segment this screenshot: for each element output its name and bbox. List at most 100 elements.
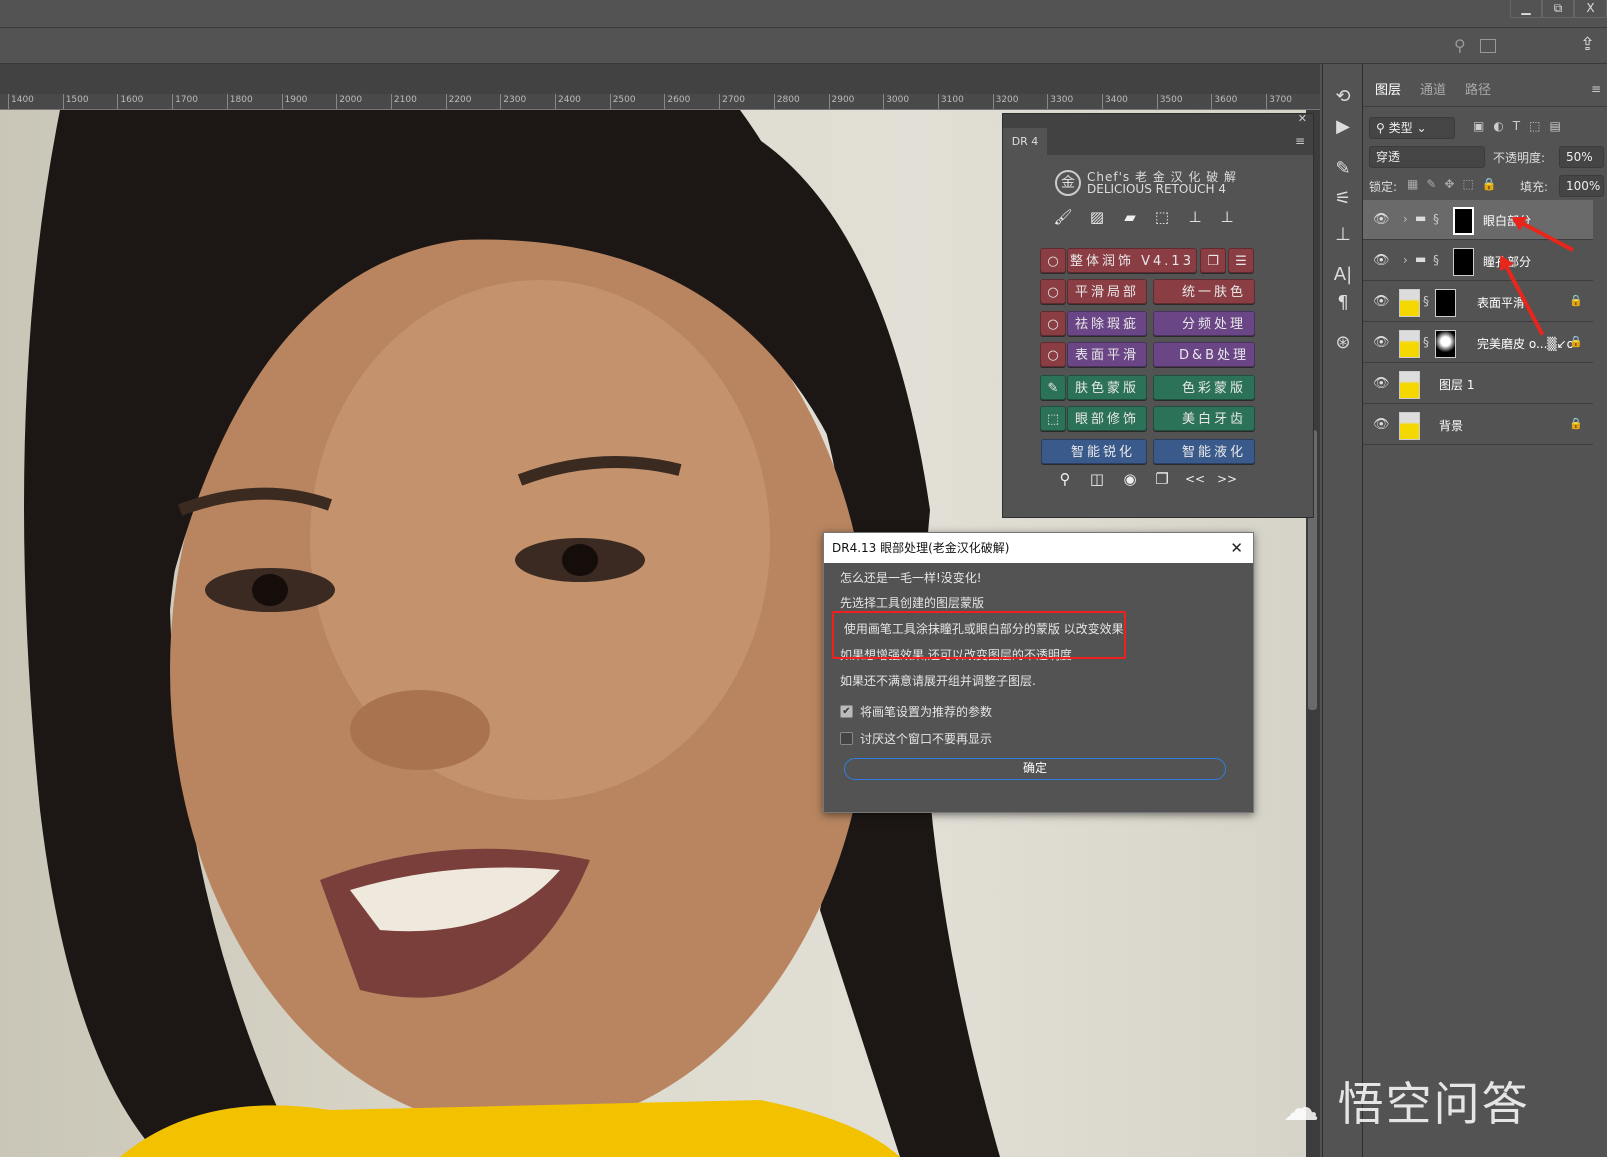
character-icon[interactable]: A| — [1323, 264, 1363, 285]
prev-button[interactable]: << — [1185, 472, 1205, 486]
mask-thumbnail[interactable] — [1435, 330, 1456, 358]
ruler-tick: 3200 — [992, 94, 1019, 109]
dodge-burn-button[interactable]: D&B处理 — [1153, 342, 1255, 367]
remove-blemish-button[interactable]: 祛除瑕疵 — [1067, 311, 1147, 336]
expand-icon[interactable]: › — [1403, 253, 1408, 267]
lasso-button-2[interactable]: ○ — [1040, 279, 1066, 304]
blend-mode-select[interactable]: 穿透 — [1369, 146, 1485, 168]
tab-layers[interactable]: 图层 — [1363, 76, 1414, 106]
adjustments-icon[interactable]: ⚟ — [1323, 188, 1363, 209]
checkbox-dont-show[interactable] — [840, 732, 853, 745]
filter-icons[interactable]: ▣◐T⬚▤ — [1473, 119, 1570, 133]
marquee-button[interactable]: ⬚ — [1040, 406, 1066, 431]
ruler-tick: 1500 — [62, 94, 89, 109]
opacity-input[interactable]: 50% — [1559, 146, 1604, 168]
tab-channels[interactable]: 通道 — [1408, 76, 1458, 106]
layer-row[interactable]: 👁 背景 🔒 — [1363, 405, 1593, 445]
mask-thumbnail[interactable] — [1453, 248, 1474, 276]
unify-skin-button[interactable]: 统一肤色 — [1153, 279, 1255, 304]
eyedropper-button[interactable]: ✎ — [1040, 375, 1066, 400]
ruler-tick: 1600 — [117, 94, 143, 109]
bandage-icon[interactable]: ▰ — [1120, 208, 1140, 226]
stamp-dots-icon[interactable]: ⊥ — [1217, 208, 1237, 226]
eye-icon[interactable]: 👁 — [1373, 212, 1390, 227]
eye-icon[interactable]: 👁 — [1373, 376, 1390, 391]
ruler-tick: 3700 — [1266, 94, 1292, 109]
checkbox-recommended-brush[interactable]: ✔ — [840, 705, 853, 718]
document-tab-bar — [0, 64, 1320, 94]
skin-mask-button[interactable]: 肤色蒙版 — [1067, 375, 1147, 400]
restore-button[interactable]: ⧉ — [1542, 0, 1574, 18]
zoom-icon[interactable]: ⚲ — [1055, 470, 1075, 488]
layers-menu-icon[interactable]: ≡ — [1591, 82, 1601, 96]
eye-icon[interactable]: 👁 — [1373, 335, 1390, 350]
mask-thumbnail[interactable] — [1435, 289, 1456, 317]
bandage-dots-icon[interactable]: ▨ — [1087, 208, 1107, 226]
layers-button[interactable]: ❐ — [1200, 248, 1226, 273]
search-icon[interactable]: ⚲ — [1454, 36, 1466, 55]
expand-icon[interactable]: › — [1403, 212, 1408, 226]
actions-play-icon[interactable]: ▶ — [1323, 116, 1363, 137]
panel-menu-icon[interactable]: ≡ — [1295, 134, 1305, 148]
tab-dr4[interactable]: DR 4 — [1003, 128, 1047, 155]
highlight-box — [832, 611, 1126, 659]
smooth-local-button[interactable]: 平滑局部 — [1067, 279, 1147, 304]
preview-eye-icon[interactable]: ◉ — [1120, 470, 1140, 488]
copy-icon[interactable]: ❐ — [1152, 470, 1172, 488]
eye-icon[interactable]: 👁 — [1373, 417, 1390, 432]
overall-retouch-button[interactable]: 整体润饰 V4.13 — [1067, 248, 1197, 273]
dialog-line-5: 如果还不满意请展开组并调整子图层. — [840, 674, 1036, 688]
lasso-button-1[interactable]: ○ — [1040, 248, 1066, 273]
eye-icon[interactable]: 👁 — [1373, 294, 1390, 309]
close-icon[interactable]: ✕ — [1230, 533, 1243, 563]
paragraph-icon[interactable]: ¶ — [1323, 292, 1363, 313]
options-bar: ⚲ ⇪ — [0, 29, 1607, 64]
close-window-button[interactable]: X — [1574, 0, 1607, 18]
lasso-button-4[interactable]: ○ — [1040, 342, 1066, 367]
ruler-tick: 2800 — [773, 94, 800, 109]
share-icon[interactable]: ⇪ — [1580, 34, 1595, 55]
workspace-icon[interactable] — [1480, 39, 1496, 53]
selection-icon[interactable]: ⬚ — [1152, 208, 1172, 226]
color-mask-button[interactable]: 色彩蒙版 — [1153, 375, 1255, 400]
brush-icon[interactable]: 🖌 — [1053, 208, 1073, 226]
smart-sharpen-button[interactable]: 智能锐化 — [1041, 439, 1147, 464]
history-icon[interactable]: ⟲ — [1323, 86, 1363, 107]
surface-smooth-button[interactable]: 表面平滑 — [1067, 342, 1147, 367]
link-icon: § — [1433, 212, 1439, 226]
fill-label: 填充: — [1520, 180, 1549, 194]
eye-retouch-button[interactable]: 眼部修饰 — [1067, 406, 1147, 431]
3d-icon[interactable]: ⊛ — [1323, 332, 1363, 353]
layer-row[interactable]: 👁 § 完美磨皮 o...▒↙o 🔒 — [1363, 323, 1593, 363]
layers-panel: 图层 通道 路径 ≡ ⚲ 类型 ⌄ ▣◐T⬚▤ 穿透 不透明度: 50% 锁定:… — [1363, 64, 1607, 1157]
stamp-icon[interactable]: ⊥ — [1185, 208, 1205, 226]
teeth-label: 美白牙齿 — [1181, 412, 1246, 427]
whiten-teeth-button[interactable]: 美白牙齿 — [1153, 406, 1255, 431]
fill-input[interactable]: 100% — [1559, 175, 1604, 197]
frequency-separation-button[interactable]: 分频处理 — [1153, 311, 1255, 336]
close-panel-icon[interactable]: ✕ — [1298, 112, 1307, 125]
clone-source-icon[interactable]: ⊥ — [1323, 224, 1363, 245]
minimize-button[interactable]: ▁ — [1510, 0, 1542, 18]
filter-type-select[interactable]: ⚲ 类型 ⌄ — [1369, 117, 1455, 139]
lock-icon: 🔒 — [1569, 335, 1583, 348]
settings-sliders-button[interactable]: ☰ — [1228, 248, 1254, 273]
smart-liquify-button[interactable]: 智能液化 — [1153, 439, 1255, 464]
folder-icon: ▬ — [1415, 211, 1427, 225]
eye-icon[interactable]: 👁 — [1373, 253, 1390, 268]
next-button[interactable]: >> — [1217, 472, 1237, 486]
mask-thumbnail[interactable] — [1453, 207, 1474, 235]
layer-row[interactable]: 👁 › ▬ § 瞳孔部分 — [1363, 241, 1593, 281]
eye-processing-dialog: DR4.13 眼部处理(老金汉化破解) ✕ 怎么还是一毛一样!没变化! 先选择工… — [823, 532, 1254, 813]
lock-icons[interactable]: ▦✎✥⬚🔒 — [1407, 177, 1505, 191]
ok-button[interactable]: 确定 — [844, 758, 1226, 780]
ruler-tick: 3100 — [937, 94, 964, 109]
layer-row[interactable]: 👁 § 表面平滑 🔒 — [1363, 282, 1593, 322]
lasso-button-3[interactable]: ○ — [1040, 311, 1066, 336]
layer-row[interactable]: 👁 › ▬ § 眼白部分 — [1363, 200, 1593, 240]
db-label: D&B处理 — [1178, 348, 1250, 363]
tab-paths[interactable]: 路径 — [1453, 76, 1503, 106]
layer-row[interactable]: 👁 图层 1 — [1363, 364, 1593, 404]
brush-settings-icon[interactable]: ✎ — [1323, 158, 1363, 179]
compare-icon[interactable]: ◫ — [1087, 470, 1107, 488]
